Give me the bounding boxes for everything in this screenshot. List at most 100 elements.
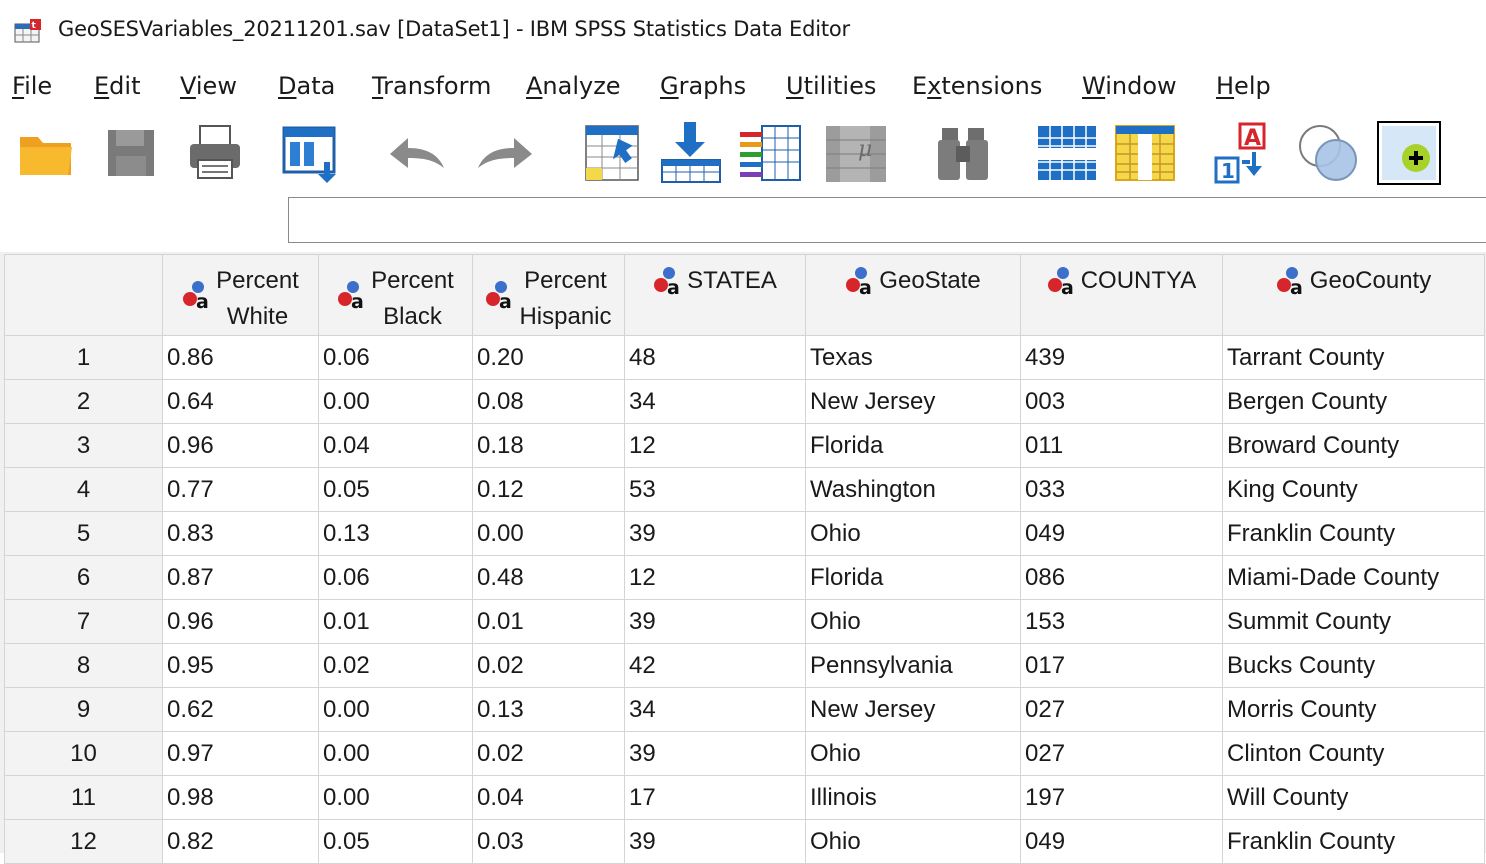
menu-graphs[interactable]: Graphs — [660, 72, 746, 100]
data-cell[interactable]: 0.02 — [472, 643, 625, 688]
column-header[interactable]: a GeoCounty — [1222, 254, 1485, 336]
data-cell[interactable]: 0.62 — [162, 687, 319, 732]
data-cell[interactable]: King County — [1222, 467, 1485, 512]
data-cell[interactable]: 42 — [624, 643, 806, 688]
use-sets-icon[interactable] — [1296, 120, 1362, 186]
run-descriptives-icon[interactable]: μ — [822, 120, 888, 186]
data-cell[interactable]: 0.04 — [318, 423, 473, 468]
data-cell[interactable]: 0.01 — [318, 599, 473, 644]
row-number[interactable]: 8 — [4, 643, 163, 688]
value-labels-icon[interactable]: A1 — [1212, 120, 1278, 186]
data-cell[interactable]: 39 — [624, 599, 806, 644]
data-cell[interactable]: 086 — [1020, 555, 1223, 600]
data-cell[interactable]: 0.82 — [162, 819, 319, 864]
menu-utilities[interactable]: Utilities — [786, 72, 876, 100]
menu-edit[interactable]: Edit — [94, 72, 140, 100]
data-cell[interactable]: 049 — [1020, 819, 1223, 864]
row-number[interactable]: 11 — [4, 775, 163, 820]
data-cell[interactable]: Miami-Dade County — [1222, 555, 1485, 600]
data-cell[interactable]: 0.05 — [318, 467, 473, 512]
data-cell[interactable]: Ohio — [805, 599, 1021, 644]
data-cell[interactable]: Ohio — [805, 819, 1021, 864]
data-cell[interactable]: Will County — [1222, 775, 1485, 820]
row-number[interactable]: 2 — [4, 379, 163, 424]
data-cell[interactable]: 0.13 — [472, 687, 625, 732]
data-cell[interactable]: Bergen County — [1222, 379, 1485, 424]
menu-file[interactable]: File — [12, 72, 52, 100]
row-number[interactable]: 6 — [4, 555, 163, 600]
data-cell[interactable]: 0.00 — [318, 687, 473, 732]
data-cell[interactable]: 003 — [1020, 379, 1223, 424]
column-header[interactable]: a COUNTYA — [1020, 254, 1223, 336]
data-cell[interactable]: 0.87 — [162, 555, 319, 600]
data-cell[interactable]: 0.83 — [162, 511, 319, 556]
data-cell[interactable]: 0.02 — [318, 643, 473, 688]
data-cell[interactable]: 0.48 — [472, 555, 625, 600]
data-cell[interactable]: 0.18 — [472, 423, 625, 468]
goto-variable-icon[interactable] — [658, 120, 724, 186]
menu-extensions[interactable]: Extensions — [912, 72, 1042, 100]
column-header[interactable]: a Percent Hispanic — [472, 254, 625, 336]
row-number[interactable]: 7 — [4, 599, 163, 644]
data-cell[interactable]: 0.64 — [162, 379, 319, 424]
data-cell[interactable]: 0.97 — [162, 731, 319, 776]
data-cell[interactable]: 48 — [624, 335, 806, 380]
row-number[interactable]: 9 — [4, 687, 163, 732]
data-cell[interactable]: 53 — [624, 467, 806, 512]
data-cell[interactable]: 0.06 — [318, 555, 473, 600]
data-cell[interactable]: 0.96 — [162, 599, 319, 644]
data-cell[interactable]: Ohio — [805, 511, 1021, 556]
data-cell[interactable]: Ohio — [805, 731, 1021, 776]
data-cell[interactable]: 027 — [1020, 687, 1223, 732]
data-cell[interactable]: 033 — [1020, 467, 1223, 512]
data-cell[interactable]: 011 — [1020, 423, 1223, 468]
menu-analyze[interactable]: Analyze — [526, 72, 621, 100]
data-cell[interactable]: Illinois — [805, 775, 1021, 820]
data-cell[interactable]: Summit County — [1222, 599, 1485, 644]
data-cell[interactable]: 39 — [624, 511, 806, 556]
data-cell[interactable]: 0.86 — [162, 335, 319, 380]
data-cell[interactable]: 0.95 — [162, 643, 319, 688]
recall-dialog-icon[interactable] — [278, 120, 344, 186]
save-icon[interactable] — [98, 120, 164, 186]
data-cell[interactable]: Franklin County — [1222, 819, 1485, 864]
row-number[interactable]: 12 — [4, 819, 163, 864]
data-cell[interactable]: 34 — [624, 687, 806, 732]
data-cell[interactable]: Tarrant County — [1222, 335, 1485, 380]
data-cell[interactable]: 049 — [1020, 511, 1223, 556]
data-cell[interactable]: 39 — [624, 731, 806, 776]
menu-window[interactable]: Window — [1082, 72, 1177, 100]
data-cell[interactable]: 0.12 — [472, 467, 625, 512]
redo-icon[interactable] — [472, 120, 538, 186]
data-cell[interactable]: 0.04 — [472, 775, 625, 820]
data-cell[interactable]: 0.03 — [472, 819, 625, 864]
column-header[interactable]: a Percent Black — [318, 254, 473, 336]
data-cell[interactable]: Franklin County — [1222, 511, 1485, 556]
menu-help[interactable]: Help — [1216, 72, 1271, 100]
data-cell[interactable]: 0.98 — [162, 775, 319, 820]
data-cell[interactable]: 0.05 — [318, 819, 473, 864]
data-cell[interactable]: Pennsylvania — [805, 643, 1021, 688]
menu-data[interactable]: Data — [278, 72, 335, 100]
menu-view[interactable]: View — [180, 72, 237, 100]
data-cell[interactable]: 0.00 — [318, 775, 473, 820]
find-icon[interactable] — [930, 120, 996, 186]
row-number[interactable]: 4 — [4, 467, 163, 512]
data-cell[interactable]: Texas — [805, 335, 1021, 380]
data-cell[interactable]: 17 — [624, 775, 806, 820]
row-number[interactable]: 1 — [4, 335, 163, 380]
menu-transform[interactable]: Transform — [372, 72, 491, 100]
column-header[interactable]: a STATEA — [624, 254, 806, 336]
data-cell[interactable]: Bucks County — [1222, 643, 1485, 688]
data-cell[interactable]: 0.20 — [472, 335, 625, 380]
row-number[interactable]: 3 — [4, 423, 163, 468]
undo-icon[interactable] — [384, 120, 450, 186]
data-cell[interactable]: 0.02 — [472, 731, 625, 776]
data-cell[interactable]: 0.01 — [472, 599, 625, 644]
column-header[interactable]: a Percent White — [162, 254, 319, 336]
data-cell[interactable]: 439 — [1020, 335, 1223, 380]
cell-value-input[interactable] — [288, 197, 1486, 243]
data-cell[interactable]: 0.77 — [162, 467, 319, 512]
data-cell[interactable]: 0.00 — [318, 379, 473, 424]
data-cell[interactable]: New Jersey — [805, 687, 1021, 732]
